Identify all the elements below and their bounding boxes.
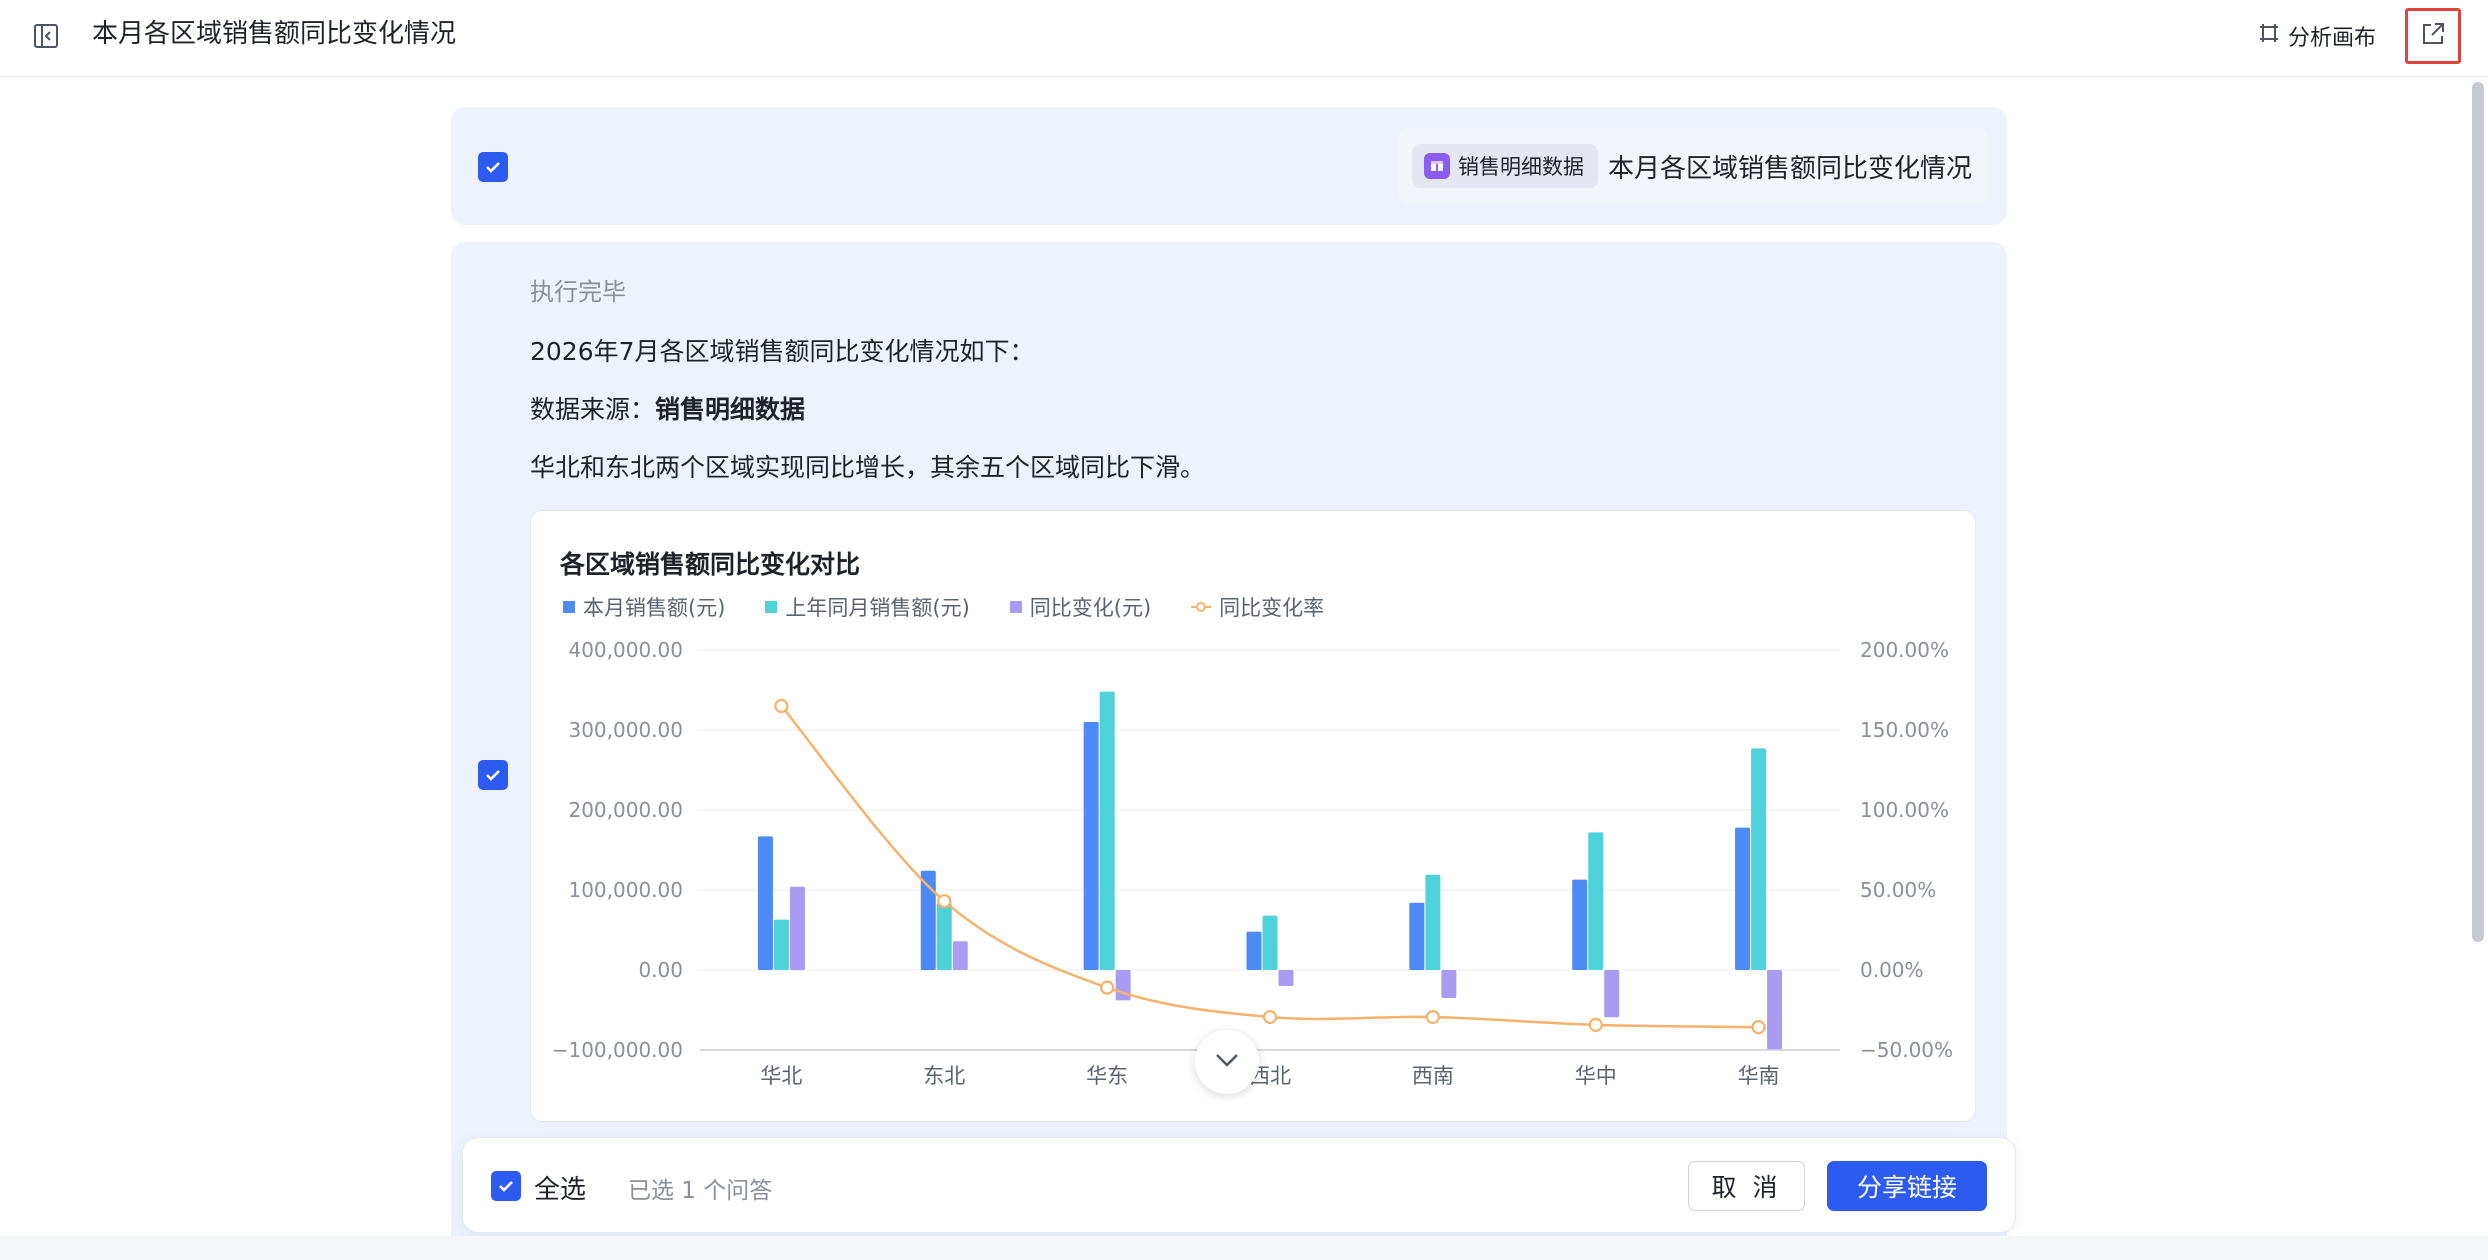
right-axis-tick: 150.00% xyxy=(1860,718,1949,742)
yoy-rate-point-华北 xyxy=(774,698,789,714)
datasource-tag[interactable]: 销售明细数据 xyxy=(1411,144,1598,188)
bar-华中-2 xyxy=(1604,970,1620,1018)
legend-item-yoy-rate[interactable]: 同比变化率 xyxy=(1191,592,1324,622)
x-axis-label: 华南 xyxy=(1738,1064,1780,1088)
share-link-button[interactable]: 分享链接 xyxy=(1827,1161,1987,1211)
legend-item-yoy-change[interactable]: 同比变化(元) xyxy=(1009,592,1152,622)
bar-西南-2 xyxy=(1441,970,1457,998)
bar-东北-1 xyxy=(936,903,952,970)
bar-华东-2 xyxy=(1115,970,1131,1001)
summary-line: 2026年7月各区域销售额同比变化情况如下： xyxy=(530,337,1035,366)
bar-华东-0 xyxy=(1083,722,1099,970)
bar-华南-0 xyxy=(1735,827,1751,970)
legend-label: 上年同月销售额(元) xyxy=(785,596,970,620)
legend-item-current-sales[interactable]: 本月销售额(元) xyxy=(563,592,725,622)
chart-legend: 本月销售额(元) 上年同月销售额(元) 同比变化(元) 同比变化率 xyxy=(563,592,1324,622)
expand-button[interactable] xyxy=(1195,1030,1259,1094)
conclusion-text: 华北和东北两个区域实现同比增长，其余五个区域同比下滑。 xyxy=(530,453,1206,482)
bar-华北-2 xyxy=(789,886,805,970)
data-source-name: 销售明细数据 xyxy=(655,395,806,424)
select-all-checkbox[interactable] xyxy=(491,1171,521,1201)
open-external-button[interactable] xyxy=(2405,8,2461,64)
selected-count: 已选 1 个问答 xyxy=(628,1178,773,1204)
canvas-icon xyxy=(2258,22,2280,50)
bar-华中-0 xyxy=(1572,879,1588,970)
dataset-icon xyxy=(1423,153,1450,179)
bottom-edge xyxy=(0,1236,2488,1260)
right-axis-tick: 50.00% xyxy=(1860,878,1936,902)
bar-东北-2 xyxy=(952,941,968,970)
yoy-rate-point-华南 xyxy=(1751,1020,1766,1035)
bar-华中-1 xyxy=(1588,832,1604,970)
select-all-label[interactable]: 全选 xyxy=(534,1169,586,1206)
chevron-down-icon xyxy=(1214,1052,1240,1072)
question-text: 本月各区域销售额同比变化情况 xyxy=(1607,153,1972,184)
left-axis-tick: 300,000.00 xyxy=(568,718,683,742)
legend-swatch xyxy=(563,601,575,613)
yoy-rate-point-西南 xyxy=(1425,1009,1440,1025)
right-axis-tick: −50.00% xyxy=(1860,1038,1953,1062)
datasource-tag-label: 销售明细数据 xyxy=(1457,155,1584,179)
bar-西北-1 xyxy=(1262,915,1278,970)
yoy-rate-point-华东 xyxy=(1100,980,1115,995)
cancel-button[interactable]: 取 消 xyxy=(1688,1161,1805,1211)
yoy-rate-point-东北 xyxy=(937,894,952,909)
legend-line-swatch xyxy=(1191,602,1212,612)
top-bar: 本月各区域销售额同比变化情况 分析画布 xyxy=(0,0,2488,77)
canvas-label: 分析画布 xyxy=(2288,26,2377,51)
execution-status: 执行完毕 xyxy=(530,278,626,306)
left-axis-tick: 0.00 xyxy=(638,958,683,982)
legend-swatch xyxy=(1009,601,1022,613)
data-source-prefix: 数据来源： xyxy=(530,395,656,424)
bar-西北-0 xyxy=(1246,931,1262,970)
legend-swatch xyxy=(765,601,778,613)
external-link-icon xyxy=(2419,20,2447,52)
legend-label: 本月销售额(元) xyxy=(583,596,726,620)
right-axis-tick: 200.00% xyxy=(1860,638,1949,662)
question-bubble: 销售明细数据 本月各区域销售额同比变化情况 xyxy=(1397,128,1988,204)
bar-华北-1 xyxy=(773,919,789,970)
right-axis-tick: 0.00% xyxy=(1860,958,1924,982)
analysis-canvas-button[interactable]: 分析画布 xyxy=(2258,18,2376,54)
bar-西南-0 xyxy=(1409,902,1425,970)
x-axis-label: 东北 xyxy=(923,1064,965,1088)
left-axis-tick: −100,000.00 xyxy=(552,1038,683,1062)
answer-checkbox[interactable] xyxy=(478,760,508,790)
left-axis-tick: 200,000.00 xyxy=(568,798,683,822)
legend-label: 同比变化率 xyxy=(1219,596,1325,620)
legend-label: 同比变化(元) xyxy=(1029,596,1152,620)
question-checkbox[interactable] xyxy=(478,152,508,182)
x-axis-label: 西南 xyxy=(1412,1064,1454,1088)
left-axis-tick: 400,000.00 xyxy=(568,638,683,662)
legend-item-last-year-sales[interactable]: 上年同月销售额(元) xyxy=(765,592,970,622)
x-axis-label: 华北 xyxy=(760,1064,802,1088)
bar-华东-1 xyxy=(1099,691,1115,970)
chart-title: 各区域销售额同比变化对比 xyxy=(560,550,861,579)
yoy-rate-point-西北 xyxy=(1262,1009,1278,1025)
bar-西北-2 xyxy=(1278,970,1294,986)
x-axis-label: 华东 xyxy=(1086,1064,1128,1088)
bar-华南-2 xyxy=(1767,970,1783,1050)
right-axis-tick: 100.00% xyxy=(1860,798,1949,822)
x-axis-label: 华中 xyxy=(1575,1064,1617,1088)
bar-华南-1 xyxy=(1751,748,1767,970)
yoy-rate-point-华中 xyxy=(1588,1017,1603,1032)
scrollbar-thumb[interactable] xyxy=(2472,82,2484,942)
yoy-comparison-chart: 400,000.00 300,000.00 200,000.00 100,000.00… xyxy=(552,638,1953,1088)
page-title: 本月各区域销售额同比变化情况 xyxy=(92,19,457,49)
data-source-line: 数据来源：销售明细数据 xyxy=(530,390,805,426)
left-axis-tick: 100,000.00 xyxy=(568,878,683,902)
bar-华北-0 xyxy=(757,836,773,970)
bar-西南-1 xyxy=(1425,874,1441,970)
sidebar-toggle-icon[interactable] xyxy=(32,22,60,50)
